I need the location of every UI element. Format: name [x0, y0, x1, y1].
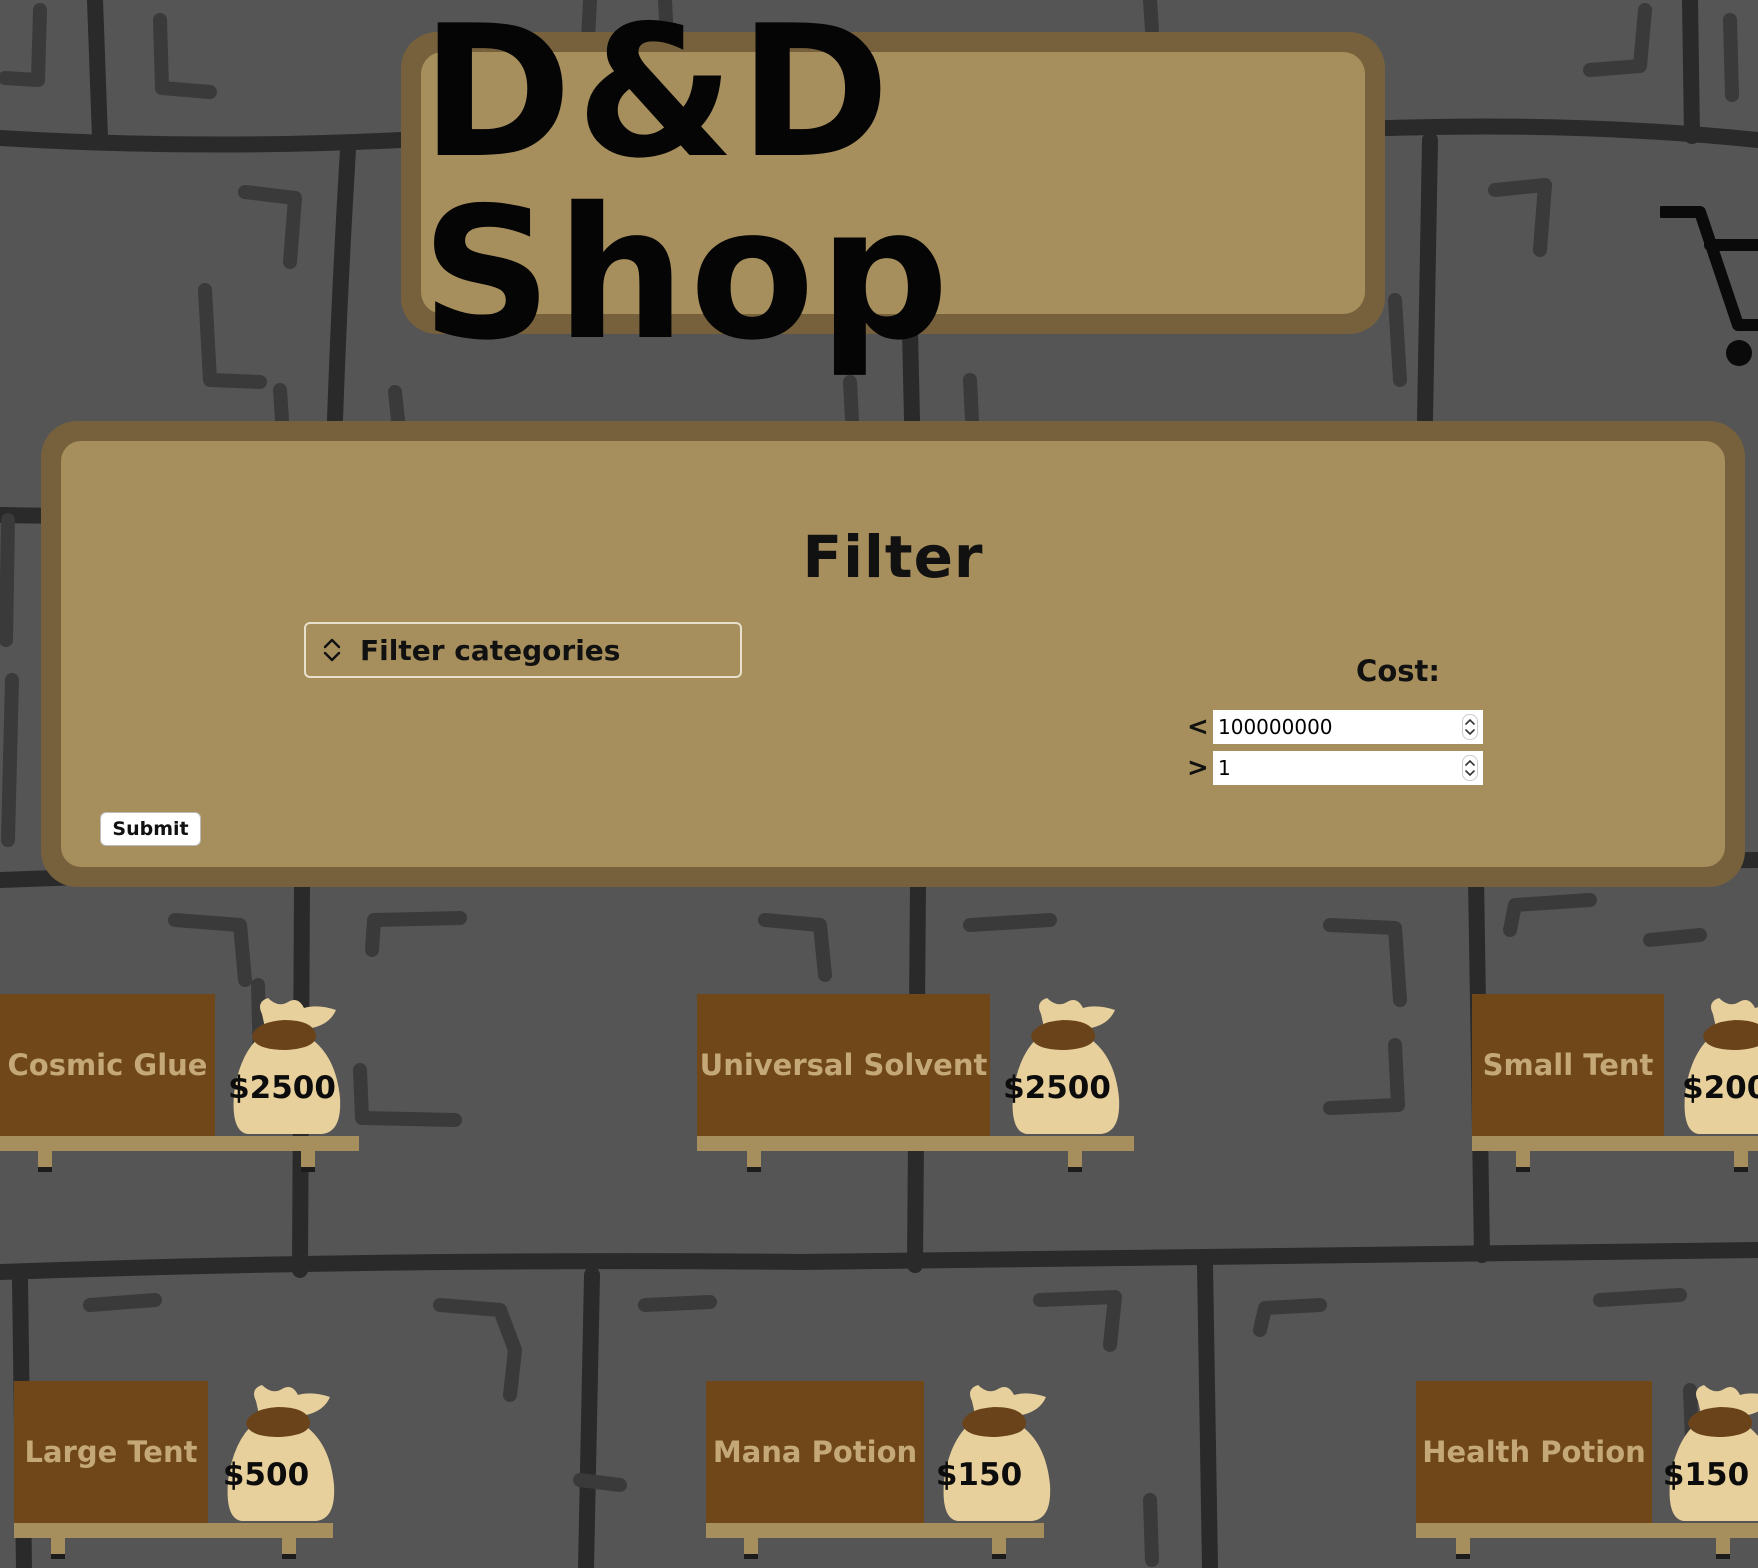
item-price: $150 — [1662, 1457, 1750, 1493]
money-bag-icon — [1669, 1385, 1758, 1521]
shelf-bracket — [301, 1151, 315, 1172]
filter-categories-label: Filter categories — [360, 633, 621, 667]
site-title: D&D Shop — [421, 0, 953, 380]
cost-max-row: < — [1187, 710, 1483, 744]
money-bag-icon — [943, 1385, 1051, 1521]
cart-icon — [1656, 206, 1758, 366]
spinner-arrows-icon — [1462, 714, 1478, 740]
cart-button[interactable] — [1656, 200, 1758, 374]
less-than-label: < — [1187, 712, 1209, 742]
money-bag-icon — [227, 1385, 335, 1521]
shelf — [0, 1136, 359, 1151]
cost-max-input[interactable] — [1218, 715, 1438, 739]
shelf — [1416, 1523, 1758, 1538]
item-name: Health Potion — [1422, 1435, 1646, 1469]
item-sign: Universal Solvent — [697, 994, 990, 1136]
cost-label: Cost: — [1356, 654, 1440, 688]
shelf-bracket — [1516, 1151, 1530, 1172]
shelf-bracket — [1716, 1538, 1730, 1559]
item-price: $500 — [222, 1457, 310, 1493]
item-name: Large Tent — [24, 1435, 198, 1469]
item-price: $150 — [935, 1457, 1023, 1493]
item-price: $200 — [1682, 1070, 1758, 1106]
money-bag-icon — [1012, 998, 1120, 1134]
shelf-bracket — [747, 1151, 761, 1172]
item-name: Cosmic Glue — [7, 1048, 208, 1082]
shelf-bracket — [51, 1538, 65, 1559]
money-bag-icon — [1684, 998, 1758, 1134]
chevron-up-down-icon — [322, 637, 342, 663]
shelf-bracket — [992, 1538, 1006, 1559]
filter-categories-dropdown[interactable]: Filter categories — [304, 622, 742, 678]
submit-button[interactable]: Submit — [100, 812, 201, 846]
cost-max-stepper[interactable] — [1461, 714, 1479, 740]
cost-min-field — [1213, 751, 1483, 785]
shelf-bracket — [282, 1538, 296, 1559]
cost-min-input[interactable] — [1218, 756, 1438, 780]
shelf-bracket — [1456, 1538, 1470, 1559]
item-sign: Small Tent — [1472, 994, 1664, 1136]
shelf — [706, 1523, 1044, 1538]
item-name: Universal Solvent — [699, 1048, 988, 1082]
cost-min-stepper[interactable] — [1461, 755, 1479, 781]
filter-panel-inner: Filter Filter categories Cost: < 1000000… — [61, 441, 1725, 867]
filter-panel: Filter Filter categories Cost: < 1000000… — [41, 421, 1745, 887]
money-bag-icon — [233, 998, 341, 1134]
item-sign: Cosmic Glue — [0, 994, 215, 1136]
greater-than-label: > — [1187, 753, 1209, 783]
item-price: $2500 — [1003, 1070, 1111, 1106]
shelf-bracket — [38, 1151, 52, 1172]
filter-title: Filter — [802, 523, 984, 591]
item-sign: Large Tent — [14, 1381, 208, 1523]
item-price: $2500 — [228, 1070, 336, 1106]
shelf-bracket — [1068, 1151, 1082, 1172]
header-sign: D&D Shop — [401, 1, 1385, 365]
shelf — [1472, 1136, 1758, 1151]
item-sign: Mana Potion — [706, 1381, 924, 1523]
item-sign: Health Potion — [1416, 1381, 1652, 1523]
cost-max-field — [1213, 710, 1483, 744]
shelf-bracket — [744, 1538, 758, 1559]
shelf — [14, 1523, 333, 1538]
item-name: Small Tent — [1482, 1048, 1654, 1082]
cost-min-row: > — [1187, 751, 1483, 785]
shelf-bracket — [1734, 1151, 1748, 1172]
shelf — [697, 1136, 1134, 1151]
item-name: Mana Potion — [712, 1435, 918, 1469]
spinner-arrows-icon — [1462, 755, 1478, 781]
header-sign-inner: D&D Shop — [421, 1, 1365, 365]
